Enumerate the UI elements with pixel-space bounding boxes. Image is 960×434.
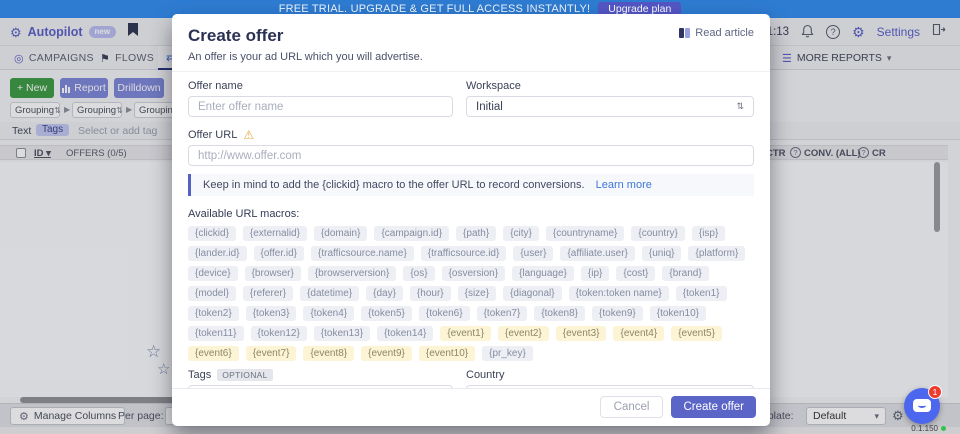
macro-chip[interactable]: {referer} [243,286,293,301]
macro-chip[interactable]: {token13} [314,326,370,341]
read-article-label: Read article [695,27,754,39]
macro-chip[interactable]: {osversion} [442,266,505,281]
macro-chip[interactable]: {diagonal} [503,286,562,301]
macro-chip[interactable]: {token1} [676,286,727,301]
macro-chip[interactable]: {size} [458,286,496,301]
workspace-value: Initial [476,101,503,113]
clickid-note-text: Keep in mind to add the {clickid} macro … [203,179,585,191]
book-icon [679,28,690,38]
offer-url-label: Offer URL ⚠ [188,129,754,141]
macro-chip[interactable]: {event9} [361,346,412,361]
macro-chip[interactable]: {brand} [662,266,708,281]
read-article-link[interactable]: Read article [679,27,754,39]
macro-chip[interactable]: {uniq} [642,246,682,261]
modal-title: Create offer [188,26,754,46]
workspace-label: Workspace [466,80,754,92]
macro-chip[interactable]: {isp} [692,226,725,241]
macro-chip[interactable]: {trafficsource.name} [311,246,414,261]
macro-chip[interactable]: {token5} [361,306,412,321]
macro-chip[interactable]: {token7} [477,306,528,321]
macro-chip[interactable]: {event6} [188,346,239,361]
create-offer-modal: Create offer An offer is your ad URL whi… [172,14,770,426]
macro-list: {clickid} {externalid} {domain} {campaign.i… [188,226,754,361]
macro-chip[interactable]: {token2} [188,306,239,321]
macro-chip[interactable]: {model} [188,286,236,301]
macro-chip[interactable]: {device} [188,266,238,281]
macro-chip[interactable]: {ip} [581,266,609,281]
chat-notification-badge: 1 [928,385,942,399]
macro-chip[interactable]: {token11} [188,326,244,341]
macro-chip[interactable]: {user} [513,246,553,261]
macro-chip[interactable]: {hour} [410,286,451,301]
macro-chip[interactable]: {token8} [534,306,585,321]
macro-chip[interactable]: {token9} [592,306,643,321]
macro-chip[interactable]: {token6} [419,306,470,321]
macro-chip[interactable]: {day} [366,286,403,301]
macros-label: Available URL macros: [188,208,754,220]
cancel-button[interactable]: Cancel [600,396,664,418]
macro-chip[interactable]: {token10} [650,306,706,321]
modal-subtitle: An offer is your ad URL which you will a… [188,51,754,63]
modal-header: Create offer An offer is your ad URL whi… [172,14,770,72]
macro-chip[interactable]: {event2} [498,326,549,341]
macro-chip[interactable]: {campaign.id} [374,226,449,241]
macro-chip[interactable]: {externalid} [243,226,307,241]
modal-body: Offer name Workspace Initial ⇅ Offer URL… [172,72,770,388]
tags-label: Tags OPTIONAL [188,369,453,381]
macro-chip[interactable]: {token4} [303,306,354,321]
macro-chip[interactable]: {token3} [246,306,297,321]
macro-chip[interactable]: {countryname} [546,226,625,241]
updown-icon: ⇅ [736,101,744,112]
create-offer-button[interactable]: Create offer [671,396,756,418]
macro-chip[interactable]: {cost} [616,266,655,281]
modal-footer: Cancel Create offer [172,388,770,426]
macro-chip[interactable]: {lander.id} [188,246,247,261]
macro-chip[interactable]: {clickid} [188,226,236,241]
macro-chip[interactable]: {offer.id} [254,246,305,261]
macro-chip[interactable]: {token12} [251,326,307,341]
macro-chip[interactable]: {affiliate.user} [560,246,634,261]
status-dot [941,426,946,431]
version-number: 0.1.150 [911,424,938,433]
macro-chip[interactable]: {language} [512,266,574,281]
chat-icon [913,399,931,412]
macro-chip[interactable]: {token:token name} [569,286,669,301]
learn-more-link[interactable]: Learn more [596,179,652,191]
macro-chip[interactable]: {domain} [314,226,367,241]
macro-chip[interactable]: {event7} [246,346,297,361]
optional-badge: OPTIONAL [217,369,272,381]
macro-chip[interactable]: {event10} [419,346,475,361]
warning-icon: ⚠ [243,130,254,141]
macro-chip[interactable]: {event3} [556,326,607,341]
macro-chip[interactable]: {browserversion} [308,266,396,281]
macro-chip[interactable]: {city} [503,226,539,241]
macro-chip[interactable]: {datetime} [300,286,359,301]
macro-chip[interactable]: {event5} [671,326,722,341]
macro-chip[interactable]: {os} [403,266,434,281]
offer-name-label: Offer name [188,80,453,92]
macro-chip[interactable]: {trafficsource.id} [421,246,507,261]
macro-chip[interactable]: {country} [631,226,684,241]
macro-chip[interactable]: {event8} [303,346,354,361]
macro-chip[interactable]: {browser} [245,266,301,281]
macro-chip[interactable]: {event4} [613,326,664,341]
macro-chip[interactable]: {event1} [440,326,491,341]
country-label: Country [466,369,754,381]
clickid-note: Keep in mind to add the {clickid} macro … [188,174,754,196]
macro-chip[interactable]: {platform} [688,246,745,261]
macro-chip[interactable]: {token14} [377,326,433,341]
offer-name-input[interactable] [188,96,453,117]
offer-url-input[interactable] [188,145,754,166]
workspace-select[interactable]: Initial ⇅ [466,96,754,117]
macro-chip[interactable]: {path} [456,226,496,241]
macro-chip[interactable]: {pr_key} [482,346,533,361]
